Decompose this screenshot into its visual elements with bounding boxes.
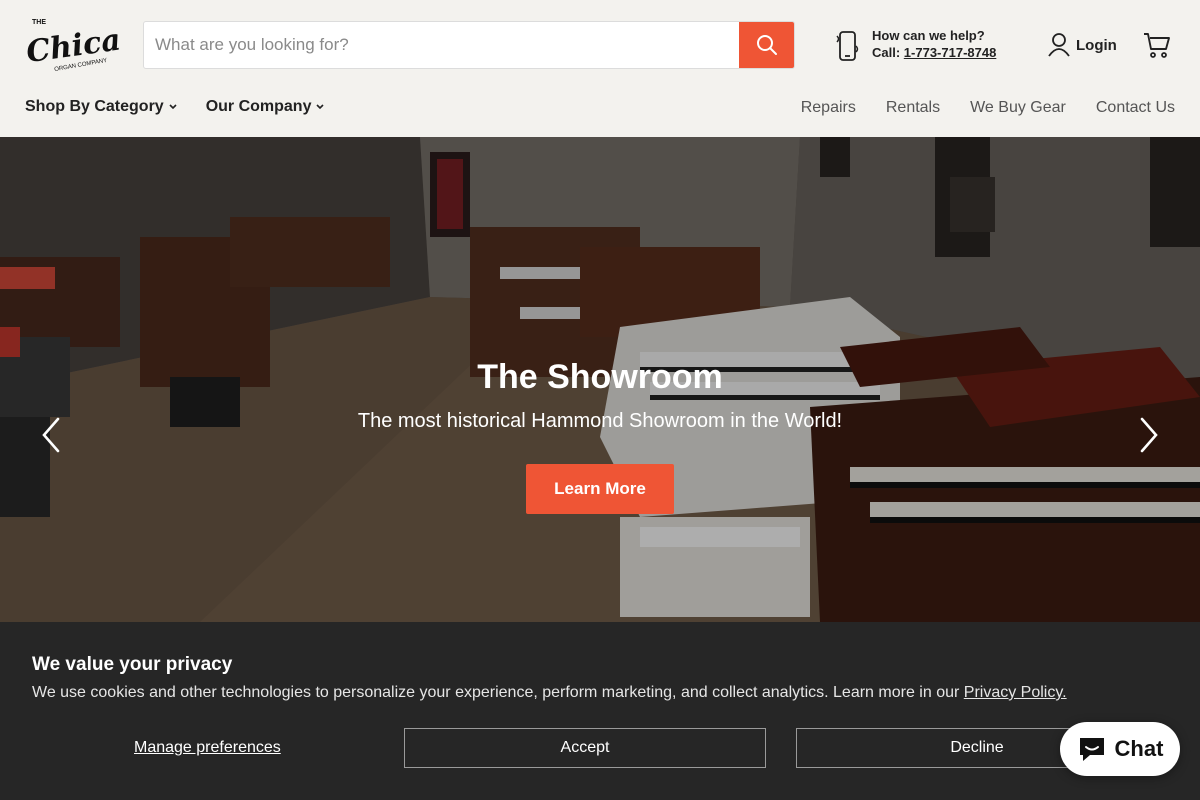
chat-label: Chat <box>1114 736 1164 761</box>
nav-our-company[interactable]: Our Company <box>206 98 326 116</box>
cookie-description: We use cookies and other technologies to… <box>32 684 964 701</box>
chevron-right-icon[interactable] <box>1134 415 1164 455</box>
phone-number-link[interactable]: 1-773-717-8748 <box>904 45 997 60</box>
manage-preferences-link[interactable]: Manage preferences <box>134 739 281 757</box>
call-label: Call: <box>872 45 901 60</box>
search-input[interactable] <box>144 22 739 68</box>
cookie-banner: We value your privacy We use cookies and… <box>0 622 1200 800</box>
nav-label: Our Company <box>205 98 312 115</box>
nav-shop-by-category[interactable]: Shop By Category <box>25 98 178 116</box>
hero-subtitle: The most historical Hammond Showroom in … <box>357 410 843 432</box>
chicago-organ-logo[interactable]: Chicago THE ORGAN COMPANY <box>24 16 120 72</box>
privacy-policy-link[interactable]: Privacy Policy. <box>964 684 1067 701</box>
nav-rentals[interactable]: Rentals <box>886 99 940 117</box>
secondary-nav: Repairs Rentals We Buy Gear Contact Us <box>801 99 1175 117</box>
search-icon <box>756 35 777 55</box>
cart-icon[interactable] <box>1143 31 1171 59</box>
search-button[interactable] <box>739 22 794 68</box>
help-contact: How can we help? Call: 1-773-717-8748 <box>836 28 1026 64</box>
chat-bubble-icon <box>1079 738 1104 761</box>
nav-repairs[interactable]: Repairs <box>801 99 856 117</box>
hero-slideshow: The Showroom The most historical Hammond… <box>0 137 1200 622</box>
chevron-down-icon <box>316 104 325 110</box>
accept-button[interactable]: Accept <box>404 728 766 768</box>
site-header: Chicago THE ORGAN COMPANY How can we hel… <box>0 0 1200 137</box>
chevron-down-icon <box>169 104 177 110</box>
search-bar <box>143 21 795 69</box>
help-phone-line: Call: 1-773-717-8748 <box>872 45 996 60</box>
nav-we-buy-gear[interactable]: We Buy Gear <box>970 99 1066 117</box>
chat-widget-button[interactable]: Chat <box>1060 722 1180 776</box>
login-label: Login <box>1076 36 1117 54</box>
login-link[interactable]: Login <box>1048 31 1117 59</box>
cookie-text: We use cookies and other technologies to… <box>32 684 1067 702</box>
help-title: How can we help? <box>872 28 985 43</box>
learn-more-button[interactable]: Learn More <box>526 464 674 514</box>
user-icon <box>1048 33 1070 57</box>
svg-text:THE: THE <box>32 19 46 26</box>
nav-contact-us[interactable]: Contact Us <box>1096 99 1175 117</box>
phone-icon <box>836 31 859 61</box>
cookie-title: We value your privacy <box>32 654 233 675</box>
hero-title: The Showroom <box>477 358 723 396</box>
chevron-left-icon[interactable] <box>38 415 68 455</box>
nav-label: Shop By Category <box>25 98 164 115</box>
main-nav: Shop By Category Our Company <box>25 98 325 116</box>
